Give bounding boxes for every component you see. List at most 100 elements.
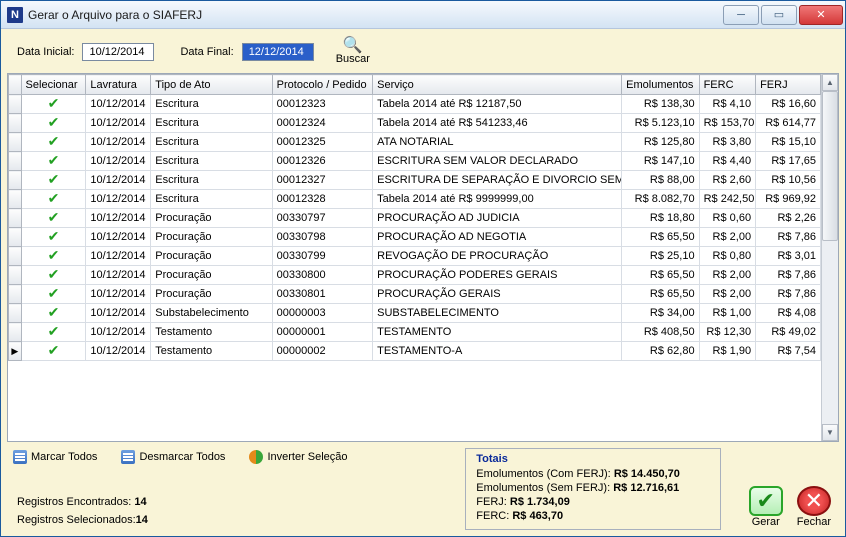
gerar-button[interactable]: ✔ Gerar <box>749 486 783 528</box>
table-row[interactable]: ✔10/12/2014Testamento00000001TESTAMENTOR… <box>9 323 821 342</box>
table-row[interactable]: ✔10/12/2014Escritura00012325ATA NOTARIAL… <box>9 133 821 152</box>
cell-protocolo: 00330801 <box>272 285 372 304</box>
cell-servico: Tabela 2014 até R$ 12187,50 <box>373 95 622 114</box>
maximize-button[interactable]: ▭ <box>761 5 797 25</box>
cell-protocolo: 00330799 <box>272 247 372 266</box>
minimize-button[interactable]: ─ <box>723 5 759 25</box>
cell-ferc: R$ 2,00 <box>699 228 756 247</box>
client-area: Data Inicial: 10/12/2014 Data Final: 12/… <box>1 29 845 536</box>
cell-selecionar[interactable]: ✔ <box>21 304 86 323</box>
cell-selecionar[interactable]: ✔ <box>21 285 86 304</box>
cell-selecionar[interactable]: ✔ <box>21 209 86 228</box>
fechar-button[interactable]: ✕ Fechar <box>797 486 831 528</box>
col-servico[interactable]: Serviço <box>373 75 622 95</box>
cell-selecionar[interactable]: ✔ <box>21 133 86 152</box>
cell-lavratura: 10/12/2014 <box>86 304 151 323</box>
inverter-selecao-button[interactable]: Inverter Seleção <box>249 450 347 464</box>
table-row[interactable]: ▶✔10/12/2014Testamento00000002TESTAMENTO… <box>9 342 821 361</box>
col-ferc[interactable]: FERC <box>699 75 756 95</box>
cell-ferj: R$ 17,65 <box>756 152 821 171</box>
table-row[interactable]: ✔10/12/2014Escritura00012327ESCRITURA DE… <box>9 171 821 190</box>
cell-tipo: Escritura <box>151 133 272 152</box>
cell-selecionar[interactable]: ✔ <box>21 323 86 342</box>
counts-panel: Registros Encontrados: 14 Registros Sele… <box>17 496 148 526</box>
titlebar: N Gerar o Arquivo para o SIAFERJ ─ ▭ ✕ <box>1 1 845 29</box>
cell-lavratura: 10/12/2014 <box>86 285 151 304</box>
data-grid[interactable]: Selecionar Lavratura Tipo de Ato Protoco… <box>8 74 821 441</box>
buscar-button[interactable]: 🔍 Buscar <box>336 39 370 65</box>
cell-tipo: Procuração <box>151 266 272 285</box>
table-row[interactable]: ✔10/12/2014Escritura00012323Tabela 2014 … <box>9 95 821 114</box>
cell-emolumentos: R$ 18,80 <box>622 209 699 228</box>
cell-ferj: R$ 2,26 <box>756 209 821 228</box>
cell-selecionar[interactable]: ✔ <box>21 190 86 209</box>
cell-emolumentos: R$ 8.082,70 <box>622 190 699 209</box>
invert-icon <box>249 450 263 464</box>
scroll-thumb[interactable] <box>822 91 838 241</box>
cell-servico: SUBSTABELECIMENTO <box>373 304 622 323</box>
table-row[interactable]: ✔10/12/2014Substabelecimento00000003SUBS… <box>9 304 821 323</box>
cell-lavratura: 10/12/2014 <box>86 95 151 114</box>
col-emolumentos[interactable]: Emolumentos <box>622 75 699 95</box>
cell-selecionar[interactable]: ✔ <box>21 342 86 361</box>
cell-ferc: R$ 1,00 <box>699 304 756 323</box>
col-selecionar[interactable]: Selecionar <box>21 75 86 95</box>
row-indicator <box>9 247 22 266</box>
cell-selecionar[interactable]: ✔ <box>21 95 86 114</box>
table-row[interactable]: ✔10/12/2014Escritura00012324Tabela 2014 … <box>9 114 821 133</box>
data-inicial-input[interactable]: 10/12/2014 <box>82 43 154 61</box>
scroll-track[interactable] <box>822 91 838 424</box>
desmarcar-todos-button[interactable]: Desmarcar Todos <box>121 450 225 464</box>
cell-selecionar[interactable]: ✔ <box>21 228 86 247</box>
table-row[interactable]: ✔10/12/2014Procuração00330799REVOGAÇÃO D… <box>9 247 821 266</box>
window-title: Gerar o Arquivo para o SIAFERJ <box>28 8 723 22</box>
cell-servico: TESTAMENTO-A <box>373 342 622 361</box>
table-row[interactable]: ✔10/12/2014Procuração00330797PROCURAÇÃO … <box>9 209 821 228</box>
table-row[interactable]: ✔10/12/2014Procuração00330800PROCURAÇÃO … <box>9 266 821 285</box>
cell-emolumentos: R$ 147,10 <box>622 152 699 171</box>
cell-ferc: R$ 2,00 <box>699 285 756 304</box>
scroll-down-button[interactable]: ▼ <box>822 424 838 441</box>
cell-selecionar[interactable]: ✔ <box>21 247 86 266</box>
total-emo-ferj-value: R$ 14.450,70 <box>614 468 680 480</box>
checkmark-icon: ✔ <box>48 304 60 320</box>
cell-lavratura: 10/12/2014 <box>86 209 151 228</box>
cell-emolumentos: R$ 88,00 <box>622 171 699 190</box>
col-lavratura[interactable]: Lavratura <box>86 75 151 95</box>
table-row[interactable]: ✔10/12/2014Escritura00012328Tabela 2014 … <box>9 190 821 209</box>
cell-selecionar[interactable]: ✔ <box>21 171 86 190</box>
cell-protocolo: 00330798 <box>272 228 372 247</box>
table-row[interactable]: ✔10/12/2014Procuração00330798PROCURAÇÃO … <box>9 228 821 247</box>
col-protocolo[interactable]: Protocolo / Pedido <box>272 75 372 95</box>
data-final-input[interactable]: 12/12/2014 <box>242 43 314 61</box>
cell-lavratura: 10/12/2014 <box>86 133 151 152</box>
col-tipo[interactable]: Tipo de Ato <box>151 75 272 95</box>
marcar-todos-button[interactable]: Marcar Todos <box>13 450 97 464</box>
cell-selecionar[interactable]: ✔ <box>21 152 86 171</box>
total-emo-noferj-label: Emolumentos (Sem FERJ): <box>476 482 610 494</box>
row-indicator: ▶ <box>9 342 22 361</box>
total-emo-ferj-label: Emolumentos (Com FERJ): <box>476 468 610 480</box>
gerar-label: Gerar <box>752 516 780 528</box>
cell-selecionar[interactable]: ✔ <box>21 266 86 285</box>
table-row[interactable]: ✔10/12/2014Procuração00330801PROCURAÇÃO … <box>9 285 821 304</box>
cell-selecionar[interactable]: ✔ <box>21 114 86 133</box>
cell-lavratura: 10/12/2014 <box>86 266 151 285</box>
data-inicial-label: Data Inicial: <box>17 46 74 58</box>
cell-protocolo: 00012324 <box>272 114 372 133</box>
cell-servico: PROCURAÇÃO PODERES GERAIS <box>373 266 622 285</box>
cell-emolumentos: R$ 62,80 <box>622 342 699 361</box>
row-indicator <box>9 95 22 114</box>
col-ferj[interactable]: FERJ <box>756 75 821 95</box>
row-indicator <box>9 133 22 152</box>
marcar-todos-label: Marcar Todos <box>31 451 97 463</box>
close-button[interactable]: ✕ <box>799 5 843 25</box>
row-indicator <box>9 304 22 323</box>
cell-protocolo: 00000001 <box>272 323 372 342</box>
table-row[interactable]: ✔10/12/2014Escritura00012326ESCRITURA SE… <box>9 152 821 171</box>
cell-lavratura: 10/12/2014 <box>86 323 151 342</box>
buscar-label: Buscar <box>336 53 370 65</box>
vertical-scrollbar[interactable]: ▲ ▼ <box>821 74 838 441</box>
scroll-up-button[interactable]: ▲ <box>822 74 838 91</box>
cell-tipo: Testamento <box>151 323 272 342</box>
